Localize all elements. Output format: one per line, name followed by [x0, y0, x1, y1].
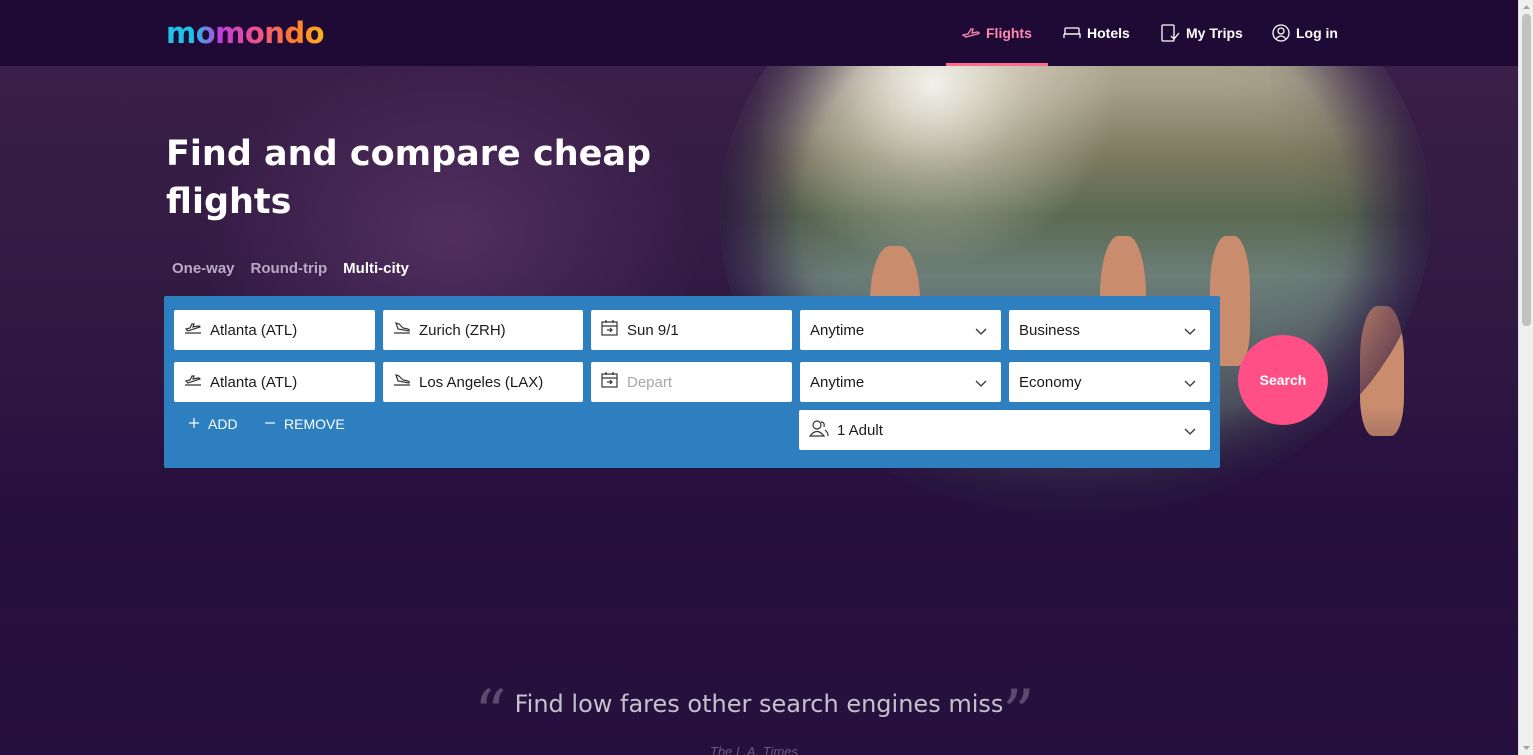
tab-multi-city[interactable]: Multi-city [343, 260, 409, 277]
hero-section: Find and compare cheap flights One-way R… [0, 66, 1518, 755]
cabin-select-1[interactable]: Business [1009, 310, 1210, 350]
scroll-up-icon[interactable] [1519, 0, 1533, 14]
nav-hotels[interactable]: Hotels [1063, 0, 1130, 66]
nav-hotels-label: Hotels [1087, 25, 1130, 41]
plane-icon [962, 26, 980, 40]
destination-value-2: Los Angeles (LAX) [419, 373, 544, 391]
nav-flights[interactable]: Flights [946, 0, 1048, 66]
date-field-1[interactable]: Sun 9/1 [591, 310, 792, 350]
takeoff-icon [184, 373, 202, 391]
chevron-down-icon [975, 375, 987, 392]
nav-my-trips-label: My Trips [1186, 25, 1243, 41]
tab-round-trip[interactable]: Round-trip [251, 260, 328, 277]
date-placeholder-2: Depart [627, 373, 673, 391]
travelers-value: 1 Adult [837, 421, 883, 439]
quote-section: “ Find low fares other search engines mi… [0, 682, 1518, 746]
search-button[interactable]: Search [1238, 335, 1328, 425]
takeoff-icon [184, 321, 202, 339]
bed-icon [1063, 26, 1081, 40]
search-panel: Atlanta (ATL) Zurich (ZRH) Sun 9/1 Anyti… [164, 296, 1220, 468]
close-quote-icon: ” [1002, 677, 1035, 751]
quote-source: The L.A. Times [710, 744, 799, 755]
landing-icon [393, 321, 411, 339]
cabin-select-2[interactable]: Economy [1009, 362, 1210, 402]
destination-field-1[interactable]: Zurich (ZRH) [383, 310, 583, 350]
cabin-value-2: Economy [1019, 373, 1082, 391]
time-value-1: Anytime [810, 321, 865, 339]
calendar-icon [601, 372, 619, 392]
chevron-down-icon [975, 323, 987, 340]
origin-field-2[interactable]: Atlanta (ATL) [174, 362, 375, 402]
travelers-select[interactable]: 1 Adult [799, 410, 1210, 450]
user-icon [1272, 24, 1290, 42]
nav-flights-label: Flights [986, 25, 1032, 41]
cabin-value-1: Business [1019, 321, 1080, 339]
nav-login[interactable]: Log in [1272, 0, 1338, 66]
scrollbar-thumb[interactable] [1522, 14, 1531, 326]
origin-field-1[interactable]: Atlanta (ATL) [174, 310, 375, 350]
minus-icon [264, 416, 276, 432]
plus-icon [188, 416, 200, 432]
add-flight-label: ADD [208, 416, 238, 432]
time-value-2: Anytime [810, 373, 865, 391]
scroll-down-icon[interactable] [1519, 741, 1533, 755]
add-flight-button[interactable]: ADD [188, 416, 238, 432]
chevron-down-icon [1184, 375, 1196, 392]
origin-value-2: Atlanta (ATL) [210, 373, 298, 391]
destination-field-2[interactable]: Los Angeles (LAX) [383, 362, 583, 402]
time-select-1[interactable]: Anytime [800, 310, 1001, 350]
landing-icon [393, 373, 411, 391]
top-navigation-bar: momondo Flights Hotels My Trips Log in [0, 0, 1518, 66]
remove-flight-label: REMOVE [284, 416, 345, 432]
trip-type-tabs: One-way Round-trip Multi-city [172, 260, 409, 277]
nav-my-trips[interactable]: My Trips [1160, 0, 1243, 66]
momondo-logo[interactable]: momondo [166, 16, 325, 50]
remove-flight-button[interactable]: REMOVE [264, 416, 345, 432]
nav-login-label: Log in [1296, 25, 1338, 41]
destination-value-1: Zurich (ZRH) [419, 321, 506, 339]
page-title: Find and compare cheap flights [166, 134, 652, 222]
open-quote-icon: “ [474, 677, 507, 751]
tab-one-way[interactable]: One-way [172, 260, 235, 277]
calendar-icon [601, 320, 619, 340]
date-value-1: Sun 9/1 [627, 321, 679, 339]
travelers-icon [808, 419, 829, 441]
quote-text: Find low fares other search engines miss [514, 690, 1004, 718]
page-scrollbar[interactable] [1518, 0, 1533, 755]
trips-icon [1160, 24, 1180, 42]
chevron-down-icon [1184, 323, 1196, 340]
time-select-2[interactable]: Anytime [800, 362, 1001, 402]
date-field-2[interactable]: Depart [591, 362, 792, 402]
chevron-down-icon [1184, 423, 1196, 440]
origin-value-1: Atlanta (ATL) [210, 321, 298, 339]
